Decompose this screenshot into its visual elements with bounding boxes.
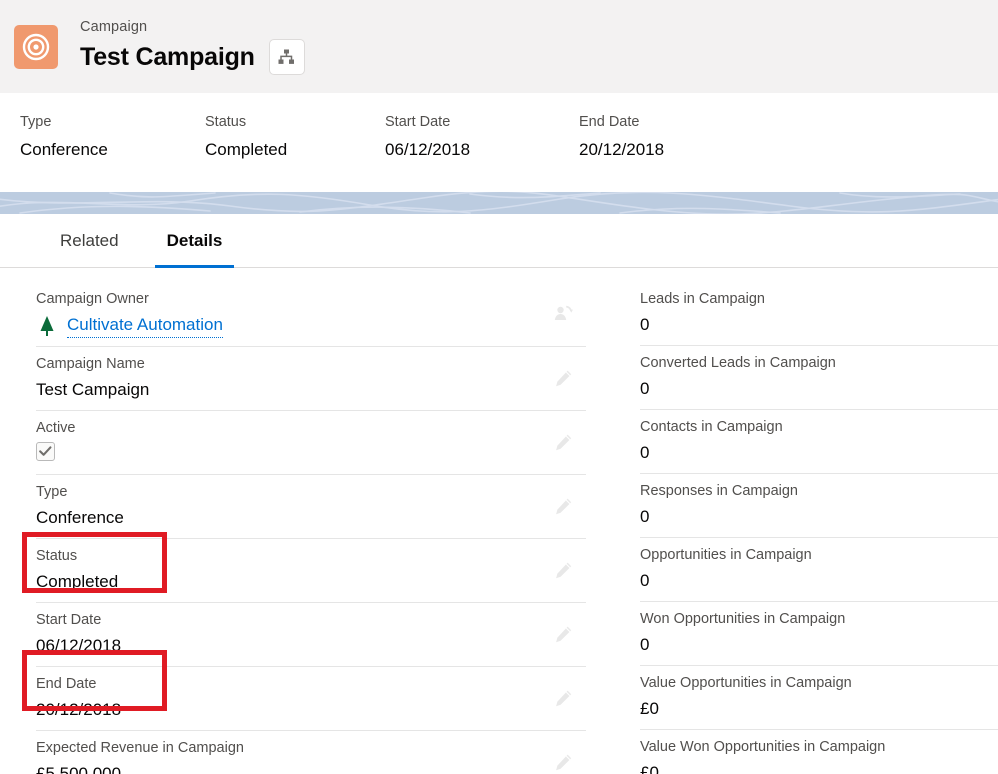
details-right-column: Leads in Campaign 0 Converted Leads in C… bbox=[620, 282, 998, 774]
field-value: 0 bbox=[640, 571, 650, 590]
field-label: Status bbox=[36, 548, 78, 564]
tab-label: Related bbox=[60, 230, 119, 250]
field-label: Converted Leads in Campaign bbox=[640, 355, 836, 371]
field-label: Leads in Campaign bbox=[640, 291, 765, 307]
highlights-panel: Type Conference Status Completed Start D… bbox=[0, 93, 998, 192]
field-label: Active bbox=[36, 420, 76, 436]
field-type: Type Conference bbox=[36, 475, 586, 539]
tab-label: Details bbox=[166, 230, 223, 250]
field-value: 0 bbox=[640, 507, 650, 526]
pine-tree-avatar-icon bbox=[36, 315, 58, 337]
field-label: Campaign Owner bbox=[36, 291, 149, 307]
tab-details[interactable]: Details bbox=[143, 214, 247, 268]
field-value: 0 bbox=[640, 315, 650, 334]
field-value: £0 bbox=[640, 763, 659, 774]
highlight-field-start-date: Start Date 06/12/2018 bbox=[385, 112, 579, 192]
record-header: Campaign Test Campaign bbox=[0, 0, 998, 93]
field-contacts-in-campaign: Contacts in Campaign 0 bbox=[640, 410, 998, 474]
field-value-won-opportunities-in-campaign: Value Won Opportunities in Campaign £0 bbox=[640, 730, 998, 774]
field-converted-leads-in-campaign: Converted Leads in Campaign 0 bbox=[640, 346, 998, 410]
field-label: Value Opportunities in Campaign bbox=[640, 675, 852, 691]
object-type-label: Campaign bbox=[80, 19, 148, 35]
header-text-block: Campaign Test Campaign bbox=[80, 18, 305, 75]
highlight-field-end-date: End Date 20/12/2018 bbox=[579, 112, 779, 192]
highlight-label: Status bbox=[205, 114, 247, 130]
highlight-label: Type bbox=[20, 114, 52, 130]
field-value: 0 bbox=[640, 379, 650, 398]
pencil-edit-icon[interactable] bbox=[552, 624, 574, 646]
details-panel: Campaign Owner Cultivate Automation Camp… bbox=[0, 268, 998, 774]
field-opportunities-in-campaign: Opportunities in Campaign 0 bbox=[640, 538, 998, 602]
field-label: Start Date bbox=[36, 612, 102, 628]
pencil-edit-icon[interactable] bbox=[552, 368, 574, 390]
field-value: Conference bbox=[36, 508, 124, 527]
field-active: Active bbox=[36, 411, 586, 475]
highlight-field-status: Status Completed bbox=[205, 112, 385, 192]
field-won-opportunities-in-campaign: Won Opportunities in Campaign 0 bbox=[640, 602, 998, 666]
highlight-value: 20/12/2018 bbox=[579, 140, 665, 159]
hierarchy-icon bbox=[278, 49, 295, 64]
field-value bbox=[36, 442, 586, 466]
field-value: £5,500,000 bbox=[36, 764, 122, 774]
view-hierarchy-button[interactable] bbox=[268, 39, 305, 75]
field-value: Completed bbox=[36, 572, 119, 591]
field-responses-in-campaign: Responses in Campaign 0 bbox=[640, 474, 998, 538]
field-label: Responses in Campaign bbox=[640, 483, 798, 499]
pencil-edit-icon[interactable] bbox=[552, 560, 574, 582]
field-campaign-name: Campaign Name Test Campaign bbox=[36, 347, 586, 411]
campaign-owner-link[interactable]: Cultivate Automation bbox=[67, 313, 223, 338]
active-checkbox[interactable] bbox=[36, 442, 55, 461]
pencil-edit-icon[interactable] bbox=[552, 752, 574, 774]
field-start-date: Start Date 06/12/2018 bbox=[36, 603, 586, 667]
campaign-target-icon bbox=[14, 24, 58, 69]
tab-related[interactable]: Related bbox=[36, 214, 143, 267]
change-owner-icon[interactable] bbox=[552, 303, 574, 325]
pencil-edit-icon[interactable] bbox=[552, 496, 574, 518]
field-label: Value Won Opportunities in Campaign bbox=[640, 739, 886, 755]
title-row: Test Campaign bbox=[80, 39, 305, 75]
record-tabs: Related Details bbox=[0, 214, 998, 268]
field-value: 0 bbox=[640, 635, 650, 654]
field-value-opportunities-in-campaign: Value Opportunities in Campaign £0 bbox=[640, 666, 998, 730]
field-campaign-owner: Campaign Owner Cultivate Automation bbox=[36, 282, 586, 347]
field-label: End Date bbox=[36, 676, 97, 692]
field-value: 06/12/2018 bbox=[36, 636, 122, 655]
field-value: 0 bbox=[640, 443, 650, 462]
field-label: Opportunities in Campaign bbox=[640, 547, 812, 563]
field-value: Test Campaign bbox=[36, 380, 150, 399]
highlight-value: 06/12/2018 bbox=[385, 140, 471, 159]
highlight-value: Completed bbox=[205, 140, 288, 159]
field-label: Campaign Name bbox=[36, 356, 145, 372]
page-title: Test Campaign bbox=[80, 42, 255, 71]
field-leads-in-campaign: Leads in Campaign 0 bbox=[640, 282, 998, 346]
highlight-value: Conference bbox=[20, 140, 108, 159]
highlight-label: Start Date bbox=[385, 114, 451, 130]
checkmark-icon bbox=[39, 446, 52, 456]
details-left-column: Campaign Owner Cultivate Automation Camp… bbox=[0, 282, 620, 774]
field-value: Cultivate Automation bbox=[36, 313, 586, 338]
field-label: Won Opportunities in Campaign bbox=[640, 611, 846, 627]
field-value: 20/12/2018 bbox=[36, 700, 122, 719]
field-value: £0 bbox=[640, 699, 659, 718]
decorative-banner bbox=[0, 192, 998, 214]
pencil-edit-icon[interactable] bbox=[552, 688, 574, 710]
highlight-field-type: Type Conference bbox=[20, 112, 205, 192]
field-end-date: End Date 20/12/2018 bbox=[36, 667, 586, 731]
field-status: Status Completed bbox=[36, 539, 586, 603]
field-label: Contacts in Campaign bbox=[640, 419, 783, 435]
pencil-edit-icon[interactable] bbox=[552, 432, 574, 454]
field-label: Type bbox=[36, 484, 68, 500]
highlight-label: End Date bbox=[579, 114, 640, 130]
field-expected-revenue: Expected Revenue in Campaign £5,500,000 bbox=[36, 731, 586, 774]
field-label: Expected Revenue in Campaign bbox=[36, 740, 244, 756]
